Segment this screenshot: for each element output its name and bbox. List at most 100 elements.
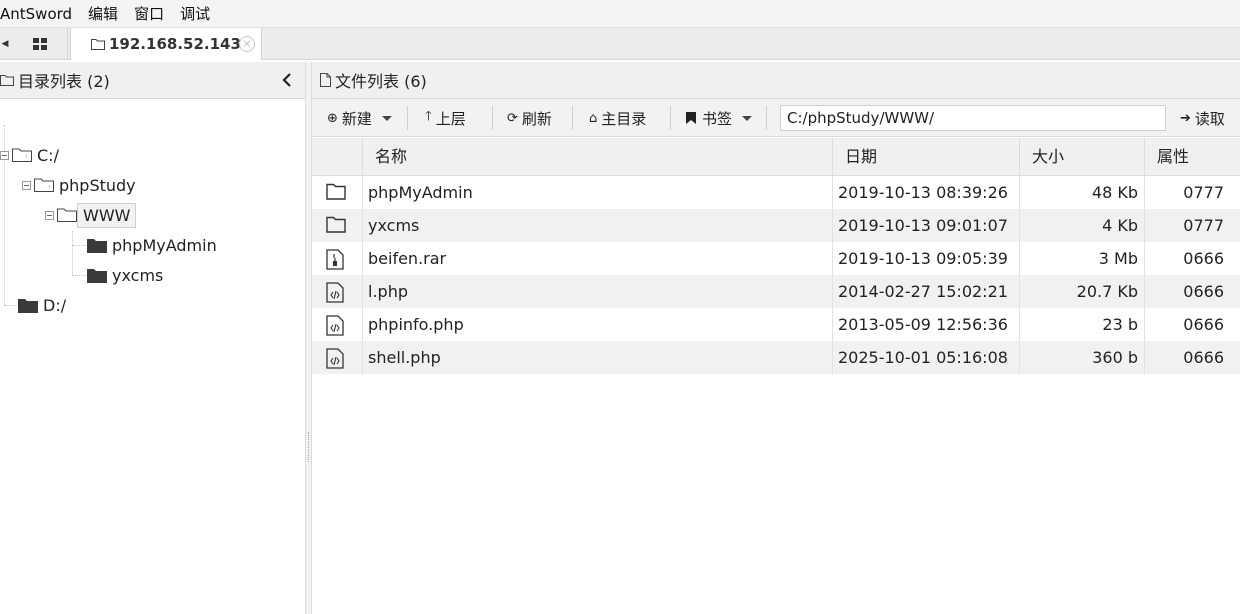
panel-splitter[interactable] <box>305 62 312 614</box>
file-name-cell: l.php <box>362 275 832 308</box>
tab-shell-session[interactable]: 192.168.52.143 × <box>70 28 262 60</box>
up-level-button[interactable]: 🡑 上层 <box>425 99 466 137</box>
tab-close-icon[interactable]: × <box>239 36 255 52</box>
file-grid-header: 名称 日期 大小 属性 <box>312 138 1240 176</box>
tree-guide-line <box>72 275 86 276</box>
file-size-cell: 4 Kb <box>1019 209 1144 242</box>
file-date-cell: 2013-05-09 12:56:36 <box>832 308 1019 341</box>
bookmark-label: 书签 <box>702 109 733 128</box>
file-row[interactable]: yxcms 2019-10-13 09:01:07 4 Kb 0777 <box>312 209 1240 242</box>
toolbar-separator <box>670 106 671 130</box>
file-size-cell: 23 b <box>1019 308 1144 341</box>
menu-antsword[interactable]: AntSword <box>0 0 80 28</box>
menu-edit[interactable]: 编辑 <box>80 0 126 28</box>
bookmark-button[interactable]: 书签 <box>686 99 753 137</box>
file-panel-header: 文件列表 (6) <box>312 62 1240 99</box>
arrow-right-icon: ➔ <box>1180 110 1191 126</box>
column-header-date[interactable]: 日期 <box>832 138 1019 176</box>
toolbar-separator <box>407 106 408 130</box>
file-grid: 名称 日期 大小 属性 phpMyAdmin 2019-10-13 08:39:… <box>312 138 1240 374</box>
folder-icon <box>87 238 107 253</box>
file-row[interactable]: beifen.rar 2019-10-13 09:05:39 3 Mb 0666 <box>312 242 1240 275</box>
tab-title: 192.168.52.143 <box>109 35 241 53</box>
file-date-cell: 2019-10-13 08:39:26 <box>832 176 1019 209</box>
file-name-cell: beifen.rar <box>362 242 832 275</box>
arrow-up-icon: 🡑 <box>425 109 432 124</box>
plus-circle-icon: ⊕ <box>327 110 338 126</box>
tree-node-www[interactable]: WWW <box>45 202 137 228</box>
read-path-button[interactable]: ➔ 读取 <box>1180 99 1225 137</box>
folder-icon <box>326 216 346 236</box>
file-size-cell: 3 Mb <box>1019 242 1144 275</box>
tab-home[interactable] <box>12 28 68 59</box>
file-name-cell: shell.php <box>362 341 832 374</box>
folder-icon <box>87 268 107 283</box>
directory-panel: 目录列表 (2) C:/ phpStudy WWW phpMyAdmin yxc… <box>0 62 305 614</box>
file-date-cell: 2019-10-13 09:01:07 <box>832 209 1019 242</box>
read-path-label: 读取 <box>1194 109 1225 128</box>
column-header-name[interactable]: 名称 <box>362 138 832 176</box>
file-date-cell: 2014-02-27 15:02:21 <box>832 275 1019 308</box>
path-input[interactable] <box>780 105 1166 131</box>
tree-guide-line <box>72 231 73 275</box>
folder-outline-icon <box>34 178 54 192</box>
menu-bar: AntSword 编辑 窗口 调试 <box>0 0 1240 28</box>
file-row[interactable]: phpMyAdmin 2019-10-13 08:39:26 48 Kb 077… <box>312 176 1240 209</box>
folder-outline-icon <box>12 148 32 162</box>
tab-scroll-left-icon[interactable]: ◀ <box>0 28 10 60</box>
splitter-grip[interactable] <box>308 432 310 462</box>
refresh-label: 刷新 <box>521 109 552 128</box>
tree-node-phpstudy[interactable]: phpStudy <box>22 172 141 198</box>
file-name-cell: phpinfo.php <box>362 308 832 341</box>
tree-node-label: D:/ <box>43 295 67 315</box>
tree-guide-line <box>4 305 18 306</box>
home-directory-button[interactable]: ⌂ 主目录 <box>589 99 646 137</box>
file-attr-cell: 0666 <box>1144 242 1240 275</box>
file-panel: 文件列表 (6) ⊕ 新建 🡑 上层 ⟳ 刷新 ⌂ 主目录 书签 C:/phpS… <box>312 62 1240 614</box>
tree-node-yxcms[interactable]: yxcms <box>87 262 168 288</box>
bookmark-icon <box>686 112 696 124</box>
collapse-toggle-icon[interactable] <box>22 180 31 190</box>
file-toolbar: ⊕ 新建 🡑 上层 ⟳ 刷新 ⌂ 主目录 书签 ➔ <box>312 99 1240 137</box>
archive-file-icon <box>326 249 346 270</box>
menu-debug[interactable]: 调试 <box>172 0 218 28</box>
folder-outline-icon <box>0 75 14 86</box>
refresh-button[interactable]: ⟳ 刷新 <box>507 99 552 137</box>
file-attr-cell: 0666 <box>1144 308 1240 341</box>
folder-outline-icon <box>57 208 77 222</box>
toolbar-separator <box>766 106 767 130</box>
chevron-left-icon[interactable] <box>279 71 295 89</box>
tree-node-label: yxcms <box>112 265 164 285</box>
file-attr-cell: 0777 <box>1144 176 1240 209</box>
new-button-label: 新建 <box>341 109 372 128</box>
tree-node-phpmyadmin[interactable]: phpMyAdmin <box>87 232 222 258</box>
home-directory-label: 主目录 <box>601 109 647 128</box>
tree-guide-line <box>72 245 86 246</box>
collapse-toggle-icon[interactable] <box>45 210 54 220</box>
up-level-label: 上层 <box>435 109 466 128</box>
new-button[interactable]: ⊕ 新建 <box>327 99 392 137</box>
file-size-cell: 20.7 Kb <box>1019 275 1144 308</box>
file-name-cell: phpMyAdmin <box>362 176 832 209</box>
home-icon: ⌂ <box>589 110 598 126</box>
file-row[interactable]: shell.php 2025-10-01 05:16:08 360 b 0666 <box>312 341 1240 374</box>
file-row[interactable]: phpinfo.php 2013-05-09 12:56:36 23 b 066… <box>312 308 1240 341</box>
file-panel-title: 文件列表 (6) <box>335 72 427 91</box>
column-header-size[interactable]: 大小 <box>1019 138 1144 176</box>
code-file-icon <box>326 348 346 369</box>
tree-node-c-drive[interactable]: C:/ <box>0 142 64 168</box>
directory-tree: C:/ phpStudy WWW phpMyAdmin yxcms D:/ <box>0 99 305 599</box>
collapse-toggle-icon[interactable] <box>0 150 9 160</box>
menu-window[interactable]: 窗口 <box>126 0 172 28</box>
tree-node-d-drive[interactable]: D:/ <box>18 292 71 318</box>
file-name-cell: yxcms <box>362 209 832 242</box>
file-size-cell: 48 Kb <box>1019 176 1144 209</box>
file-size-cell: 360 b <box>1019 341 1144 374</box>
file-grid-body: phpMyAdmin 2019-10-13 08:39:26 48 Kb 077… <box>312 176 1240 374</box>
file-row[interactable]: l.php 2014-02-27 15:02:21 20.7 Kb 0666 <box>312 275 1240 308</box>
file-outline-icon <box>320 73 331 87</box>
tab-bar: ◀ 192.168.52.143 × <box>0 28 1240 60</box>
refresh-icon: ⟳ <box>507 110 518 126</box>
grid-icon <box>32 37 47 50</box>
column-header-attr[interactable]: 属性 <box>1144 138 1240 176</box>
